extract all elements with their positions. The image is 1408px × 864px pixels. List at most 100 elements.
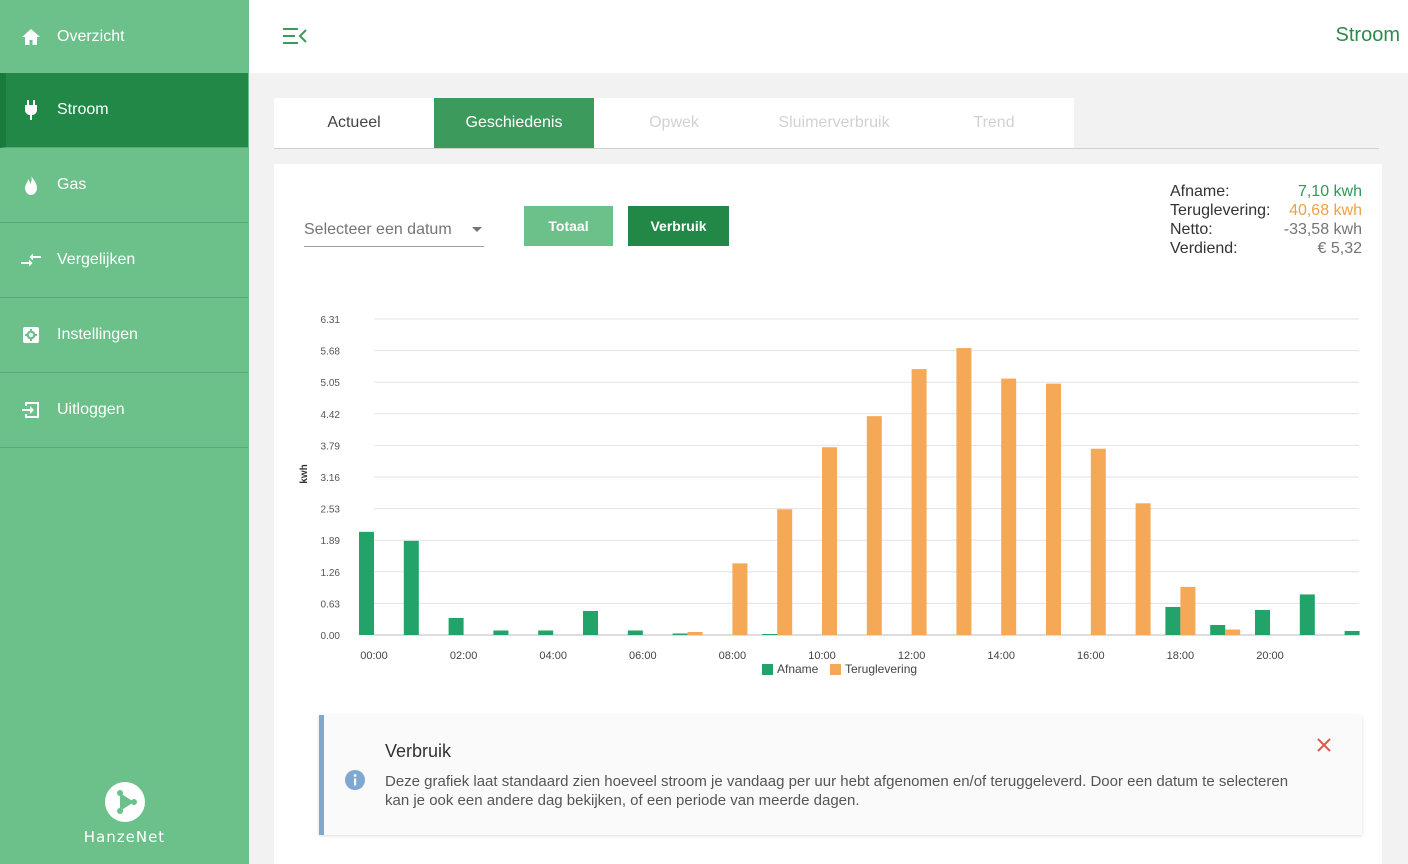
teruglevering-label: Teruglevering: — [1170, 202, 1271, 219]
bar-teruglevering-18:00 — [1180, 586, 1196, 635]
sidebar-item-overzicht[interactable]: Overzicht — [0, 0, 248, 75]
sidebar-item-label: Gas — [57, 176, 87, 193]
bar-teruglevering-10:00 — [822, 447, 837, 635]
y-tick-label: 0.63 — [321, 599, 341, 610]
tab-actueel[interactable]: Actueel — [274, 98, 434, 148]
y-tick-label: 1.26 — [321, 568, 341, 579]
bar-teruglevering-16:00 — [1090, 448, 1106, 635]
sidebar-item-label: Instellingen — [57, 326, 138, 343]
tab-opwek[interactable]: Opwek — [594, 98, 754, 148]
y-tick-label: 1.89 — [321, 536, 341, 547]
x-tick-label: 06:00 — [629, 650, 657, 662]
sidebar-item-label: Vergelijken — [57, 251, 136, 268]
bar-afname-06:00 — [627, 630, 643, 635]
bar-afname-05:00 — [583, 610, 598, 635]
netto-value: -33,58 kwh — [1283, 221, 1362, 238]
y-tick-label: 0.00 — [321, 631, 341, 642]
legend-swatch-afname — [762, 664, 773, 675]
sidebar-item-gas[interactable]: Gas — [0, 148, 248, 223]
sidebar-item-label: Stroom — [57, 101, 109, 118]
y-tick-label: 5.68 — [321, 347, 341, 358]
bar-teruglevering-17:00 — [1135, 503, 1151, 635]
sidebar-item-vergelijken[interactable]: Vergelijken — [0, 223, 248, 298]
main-content: Actueel Geschiedenis Opwek Sluimerverbru… — [249, 73, 1408, 864]
bar-afname-07:00 — [672, 633, 688, 635]
history-card: Selecteer een datum Totaal Verbruik Afna… — [274, 164, 1382, 864]
bar-afname-01:00 — [403, 540, 419, 635]
tab-divider — [274, 148, 1379, 149]
totaal-button[interactable]: Totaal — [524, 206, 613, 246]
bar-teruglevering-09:00 — [777, 509, 793, 635]
x-tick-label: 18:00 — [1167, 650, 1195, 662]
afname-label: Afname: — [1170, 183, 1230, 200]
flame-icon — [20, 174, 42, 196]
summary-panel: Afname: 7,10 kwh Teruglevering: 40,68 kw… — [1170, 182, 1362, 258]
top-bar: Stroom — [249, 0, 1408, 73]
info-text: Deze grafiek laat standaard zien hoeveel… — [385, 773, 1289, 809]
bar-teruglevering-19:00 — [1225, 629, 1241, 635]
logo-text: HanzeNet — [83, 828, 166, 846]
info-icon — [345, 770, 365, 790]
x-tick-label: 04:00 — [539, 650, 567, 662]
date-select[interactable]: Selecteer een datum — [304, 219, 484, 247]
logo-icon — [103, 780, 147, 824]
x-tick-label: 08:00 — [719, 650, 747, 662]
tab-bar: Actueel Geschiedenis Opwek Sluimerverbru… — [274, 98, 1074, 148]
close-icon[interactable] — [1316, 737, 1332, 753]
menu-collapse-icon[interactable] — [282, 25, 308, 47]
bar-afname-00:00 — [359, 531, 374, 635]
legend-swatch-teruglevering — [830, 664, 841, 675]
bar-afname-19:00 — [1210, 624, 1226, 635]
y-tick-label: 2.53 — [321, 505, 341, 516]
x-tick-label: 00:00 — [360, 650, 388, 662]
x-tick-label: 16:00 — [1077, 650, 1105, 662]
verdiend-label: Verdiend: — [1170, 240, 1238, 257]
plug-icon — [20, 99, 42, 121]
y-tick-label: 6.31 — [321, 315, 341, 326]
bar-teruglevering-14:00 — [1001, 378, 1017, 635]
sidebar: Overzicht Stroom Gas Vergelijken Instell… — [0, 0, 249, 864]
usage-chart: 6.31 5.68 5.05 4.42 3.79 3.16 2.53 1.89 1.26 0.63… — [294, 299, 1374, 684]
tab-trend[interactable]: Trend — [914, 98, 1074, 148]
legend-label-afname: Afname — [777, 662, 819, 676]
bar-afname-18:00 — [1165, 606, 1181, 635]
sidebar-item-stroom[interactable]: Stroom — [0, 73, 248, 148]
bar-teruglevering-08:00 — [732, 563, 748, 635]
y-tick-label: 3.79 — [321, 441, 341, 452]
bar-afname-04:00 — [538, 630, 554, 635]
date-select-placeholder: Selecteer een datum — [304, 221, 452, 238]
sidebar-item-label: Overzicht — [57, 28, 125, 45]
teruglevering-value: 40,68 kwh — [1289, 202, 1362, 219]
x-tick-label: 12:00 — [898, 650, 926, 662]
sidebar-item-label: Uitloggen — [57, 401, 125, 418]
sidebar-item-uitloggen[interactable]: Uitloggen — [0, 373, 248, 448]
bar-teruglevering-13:00 — [956, 348, 972, 635]
verbruik-button[interactable]: Verbruik — [628, 206, 729, 246]
page-title: Stroom — [1335, 24, 1400, 46]
chart-svg: 6.31 5.68 5.05 4.42 3.79 3.16 2.53 1.89 1.26 0.63… — [299, 315, 1360, 676]
y-tick-label: 3.16 — [321, 473, 341, 484]
bar-afname-09:00 — [762, 633, 778, 635]
hanzenet-logo: HanzeNet — [0, 780, 249, 846]
afname-value: 7,10 kwh — [1297, 183, 1362, 200]
tab-geschiedenis[interactable]: Geschiedenis — [434, 98, 594, 148]
bar-afname-20:00 — [1255, 609, 1270, 635]
bar-afname-22:00 — [1344, 630, 1360, 635]
info-box: Verbruik Deze grafiek laat standaard zie… — [319, 715, 1362, 835]
netto-label: Netto: — [1170, 221, 1213, 238]
verdiend-value: € 5,32 — [1317, 240, 1362, 257]
bar-teruglevering-15:00 — [1046, 383, 1061, 635]
bar-afname-02:00 — [448, 617, 464, 635]
x-tick-label: 02:00 — [450, 650, 478, 662]
bar-afname-21:00 — [1299, 594, 1315, 635]
compare-arrows-icon — [20, 249, 42, 271]
sidebar-item-instellingen[interactable]: Instellingen — [0, 298, 248, 373]
tab-sluimerverbruik[interactable]: Sluimerverbruik — [754, 98, 914, 148]
chevron-down-icon — [472, 227, 482, 232]
y-tick-label: 4.42 — [321, 410, 341, 421]
settings-icon — [20, 324, 42, 346]
y-tick-label: 5.05 — [321, 378, 341, 389]
logout-icon — [20, 399, 42, 421]
bar-teruglevering-11:00 — [866, 416, 882, 635]
bar-teruglevering-12:00 — [911, 369, 927, 635]
